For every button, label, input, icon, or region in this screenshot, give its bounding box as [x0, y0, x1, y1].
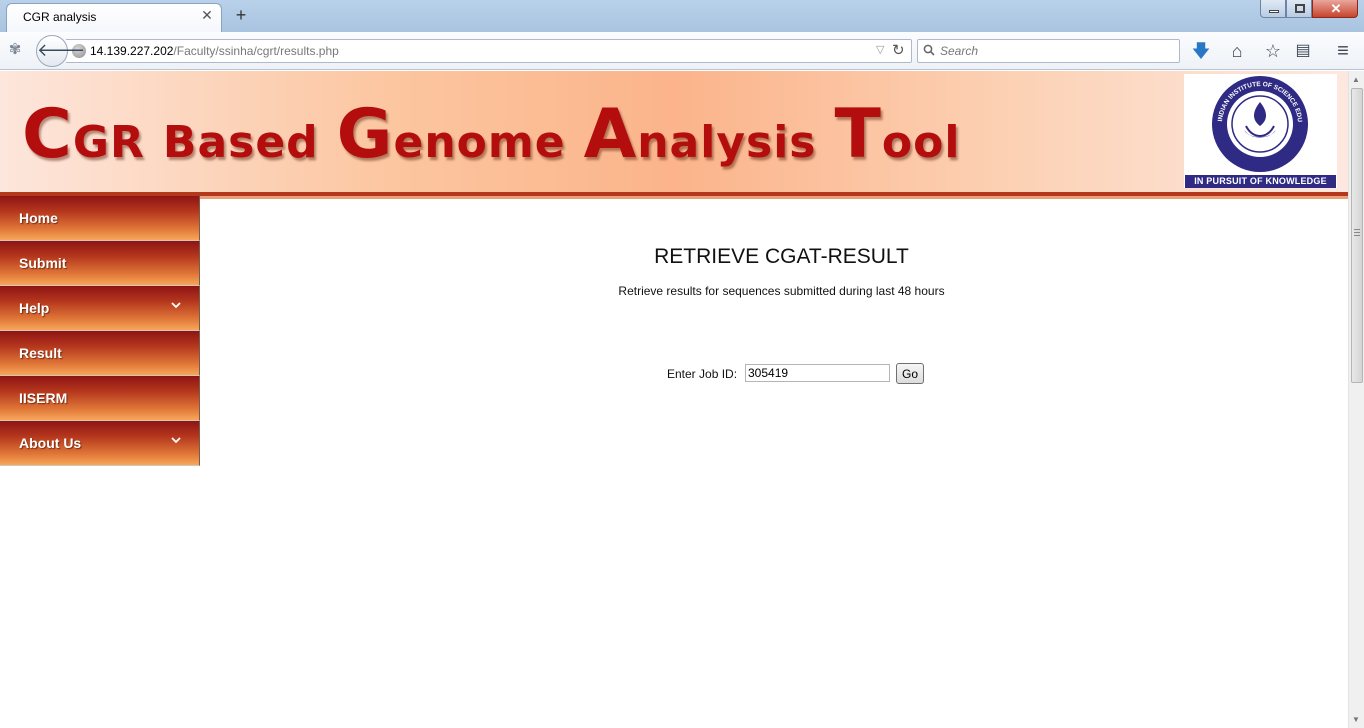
scroll-up-icon[interactable]: ▲ — [1352, 75, 1360, 84]
dropdown-icon[interactable]: ▽ — [876, 43, 884, 56]
sidebar-item-help[interactable]: Help — [0, 286, 200, 331]
page-title: RETRIEVE CGAT-RESULT — [654, 245, 909, 268]
site-banner: CGR Based Genome Analysis Tool INDIAN INSTIT… — [0, 71, 1348, 199]
scroll-down-icon[interactable]: ▼ — [1352, 715, 1360, 724]
browser-tab[interactable]: CGR analysis ✕ — [6, 3, 222, 32]
url-host: 14.139.227.202 — [90, 44, 174, 58]
url-path: /Faculty/ssinha/cgrt/results.php — [173, 44, 339, 58]
sidebar-item-home[interactable]: Home — [0, 196, 200, 241]
download-icon[interactable]: 🡇 — [1190, 40, 1212, 62]
back-button[interactable]: 🡐 — [36, 35, 85, 67]
tab-title: CGR analysis — [23, 10, 97, 24]
search-input[interactable] — [940, 42, 1170, 60]
browser-titlebar: CGR analysis ✕ + ✕ — [0, 0, 1364, 32]
close-icon: ✕ — [1330, 1, 1342, 16]
banner-title: CGR Based Genome Analysis Tool — [22, 95, 961, 174]
browser-navbar: ✾ 14.139.227.202/Faculty/ssinha/cgrt/res… — [0, 32, 1364, 70]
bookmark-star-icon[interactable]: ☆ — [1262, 40, 1284, 62]
sidebar-item-submit[interactable]: Submit — [0, 241, 200, 286]
window-minimize-button[interactable] — [1260, 0, 1286, 18]
sidebar-item-label: IISERM — [19, 390, 68, 406]
search-icon — [923, 44, 935, 56]
url-bar[interactable]: 14.139.227.202/Faculty/ssinha/cgrt/resul… — [66, 39, 912, 63]
sidebar-nav: Home Submit Help Result IISERM About Us — [0, 196, 200, 466]
grip-icon — [1354, 229, 1360, 236]
sidebar-item-label: Result — [19, 345, 62, 361]
job-id-label: Enter Job ID: — [667, 367, 738, 381]
home-icon[interactable]: ⌂ — [1226, 40, 1248, 62]
sidebar-item-label: Home — [19, 210, 58, 226]
institute-logo[interactable]: INDIAN INSTITUTE OF SCIENCE EDUCATION AN… — [1184, 74, 1337, 188]
minimize-icon — [1269, 10, 1279, 13]
reload-icon[interactable]: ↻ — [892, 41, 905, 59]
sidebar-item-label: About Us — [19, 435, 82, 451]
maximize-icon — [1295, 4, 1305, 13]
logo-motto: IN PURSUIT OF KNOWLEDGE — [1185, 175, 1336, 188]
page-subtitle: Retrieve results for sequences submitted… — [618, 284, 945, 298]
chevron-down-icon — [171, 437, 181, 444]
window-close-button[interactable]: ✕ — [1312, 0, 1358, 18]
go-button[interactable]: Go — [896, 363, 924, 384]
sidebar-item-iiserm[interactable]: IISERM — [0, 376, 200, 421]
url-text[interactable]: 14.139.227.202/Faculty/ssinha/cgrt/resul… — [90, 44, 339, 58]
back-icon: 🡐 — [37, 40, 86, 60]
menu-icon[interactable]: ≡ — [1332, 40, 1354, 62]
search-bar[interactable] — [917, 39, 1180, 63]
window-maximize-button[interactable] — [1286, 0, 1312, 18]
reading-list-icon[interactable]: ▤ — [1292, 40, 1314, 62]
chevron-down-icon — [171, 302, 181, 309]
sidebar-item-label: Submit — [19, 255, 67, 271]
extension-icon[interactable]: ✾ — [7, 42, 23, 58]
job-id-input[interactable] — [745, 364, 890, 382]
new-tab-icon[interactable]: + — [232, 5, 250, 25]
sidebar-item-result[interactable]: Result — [0, 331, 200, 376]
logo-seal-icon: INDIAN INSTITUTE OF SCIENCE EDUCATION AN… — [1184, 74, 1308, 172]
page-viewport: CGR Based Genome Analysis Tool INDIAN INSTIT… — [0, 71, 1364, 728]
close-tab-icon[interactable]: ✕ — [200, 8, 214, 22]
scrollbar-thumb[interactable] — [1351, 88, 1363, 383]
sidebar-item-label: Help — [19, 300, 50, 316]
page-scrollbar[interactable]: ▲ ▼ — [1348, 71, 1364, 728]
sidebar-item-about-us[interactable]: About Us — [0, 421, 200, 466]
